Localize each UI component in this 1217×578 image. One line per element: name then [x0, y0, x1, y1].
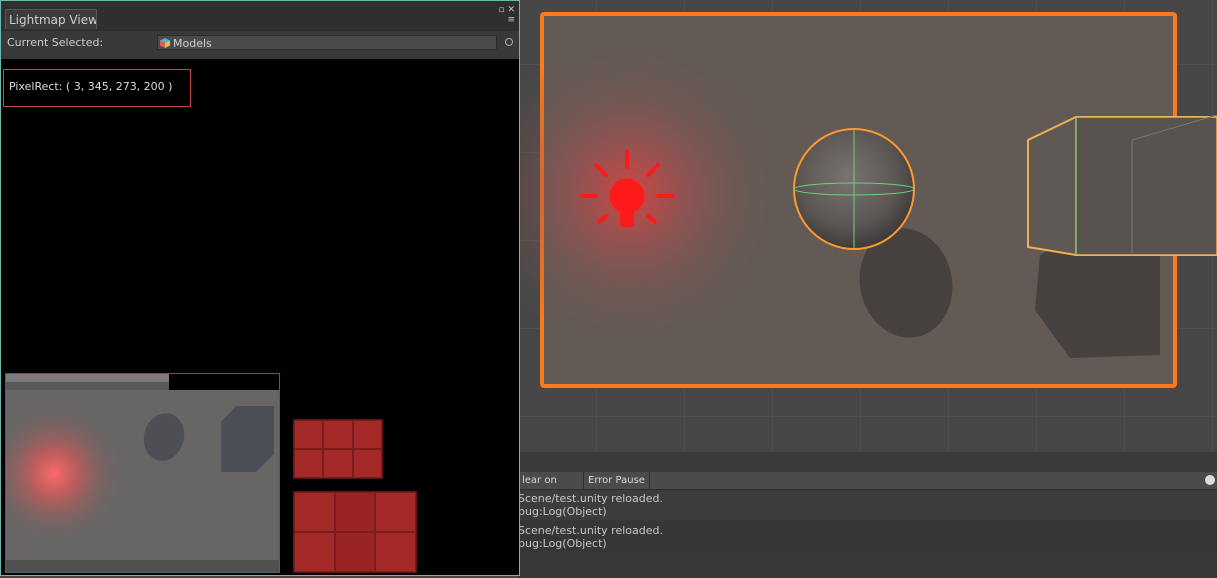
- console-toolbar: lear on Play Error Pause: [518, 472, 1217, 503]
- window-titlebar: Lightmap Viewe ▫ ✕ ≡: [1, 1, 519, 31]
- log-detail: bug:Log(Object): [518, 537, 607, 550]
- menu-icon[interactable]: ≡: [507, 15, 515, 25]
- selection-header: Current Selected: Models: [1, 31, 519, 59]
- lightmap-cell: [375, 492, 416, 532]
- lightmap-viewer-window[interactable]: Lightmap Viewe ▫ ✕ ≡ Current Selected: M…: [0, 0, 520, 576]
- lightmap-cell: [294, 420, 324, 449]
- lightmap-cell: [323, 449, 353, 478]
- log-message: Scene/test.unity reloaded.: [518, 492, 663, 505]
- console-panel[interactable]: lear on Play Error Pause Scene/test.unit…: [518, 472, 1217, 578]
- current-selected-value: Models: [173, 37, 212, 50]
- prefab-icon: [160, 38, 170, 48]
- pixel-rect-readout: PixelRect: ( 3, 345, 273, 200 ): [3, 69, 191, 107]
- object-picker-icon[interactable]: [505, 38, 513, 46]
- current-selected-label: Current Selected:: [7, 36, 104, 49]
- lightmap-cell: [294, 492, 335, 532]
- lightmap-cell: [375, 532, 416, 572]
- clear-on-play-button[interactable]: lear on Play: [518, 472, 584, 503]
- lightmap-cell: [323, 420, 353, 449]
- lightmap-texture[interactable]: [5, 373, 280, 573]
- current-selected-field[interactable]: Models: [157, 35, 497, 50]
- sphere-object[interactable]: [793, 128, 915, 250]
- tab-lightmap-viewer[interactable]: Lightmap Viewe: [5, 9, 97, 29]
- lightmap-tile-small[interactable]: [293, 419, 383, 479]
- console-search-icon[interactable]: [1205, 475, 1215, 485]
- window-controls: ▫ ✕ ≡: [498, 5, 515, 25]
- lightmap-cell: [334, 532, 376, 572]
- lightmap-tile-large[interactable]: [293, 491, 417, 573]
- scene-view[interactable]: [520, 0, 1217, 452]
- log-message: Scene/test.unity reloaded.: [518, 524, 663, 537]
- error-pause-button[interactable]: Error Pause: [584, 472, 650, 489]
- maximize-icon[interactable]: ▫: [498, 5, 504, 15]
- log-detail: bug:Log(Object): [518, 505, 607, 518]
- cube-object[interactable]: [1027, 114, 1217, 256]
- lightmap-cell: [352, 420, 382, 449]
- scene-footer-bar: [520, 452, 1217, 472]
- lightmap-cell: [352, 449, 382, 478]
- lightmap-cell: [294, 532, 335, 572]
- log-entry[interactable]: Scene/test.unity reloaded. bug:Log(Objec…: [518, 490, 1217, 520]
- log-entry[interactable]: Scene/test.unity reloaded. bug:Log(Objec…: [518, 522, 1217, 552]
- lightmap-cell: [294, 449, 324, 478]
- lightmap-cell: [334, 492, 376, 532]
- lightmap-image: [6, 374, 279, 572]
- scene-canvas: [520, 12, 1217, 388]
- close-icon[interactable]: ✕: [507, 5, 515, 15]
